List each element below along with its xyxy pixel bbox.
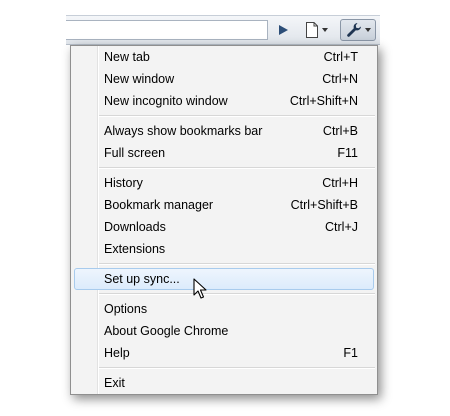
menu-separator — [99, 293, 375, 295]
menu-item-shortcut: F11 — [337, 146, 358, 160]
menu-item-label: Help — [104, 346, 130, 360]
menu-item-label: New window — [104, 72, 175, 86]
page-menu-button[interactable] — [298, 19, 334, 41]
menu-item-shortcut: Ctrl+Shift+N — [289, 94, 358, 108]
menu-item-new-tab[interactable]: New tab Ctrl+T — [74, 46, 374, 68]
address-bar[interactable] — [66, 20, 268, 40]
menu-separator — [99, 263, 375, 265]
menu-separator — [99, 367, 375, 369]
menu-item-label: Options — [104, 302, 148, 316]
chevron-down-icon — [364, 28, 371, 32]
menu-item-new-window[interactable]: New window Ctrl+N — [74, 68, 374, 90]
menu-item-downloads[interactable]: Downloads Ctrl+J — [74, 216, 374, 238]
menu-item-bookmark-manager[interactable]: Bookmark manager Ctrl+Shift+B — [74, 194, 374, 216]
menu-item-label: History — [104, 176, 143, 190]
menu-item-shortcut: Ctrl+H — [322, 176, 358, 190]
menu-item-label: About Google Chrome — [104, 324, 229, 338]
menu-item-label: New tab — [104, 50, 150, 64]
menu-item-always-show-bookmarks-bar[interactable]: Always show bookmarks bar Ctrl+B — [74, 120, 374, 142]
menu-separator — [99, 115, 375, 117]
go-button[interactable] — [272, 19, 294, 41]
menu-item-shortcut: Ctrl+N — [322, 72, 358, 86]
menu-item-shortcut: Ctrl+T — [323, 50, 358, 64]
menu-item-shortcut: F1 — [343, 346, 358, 360]
menu-item-label: Exit — [104, 376, 125, 390]
menu-item-new-incognito-window[interactable]: New incognito window Ctrl+Shift+N — [74, 90, 374, 112]
chevron-down-icon — [321, 28, 328, 32]
menu-item-label: Full screen — [104, 146, 166, 160]
mouse-cursor-icon — [193, 278, 207, 299]
menu-item-label: Bookmark manager — [104, 198, 214, 212]
menu-item-shortcut: Ctrl+J — [325, 220, 358, 234]
menu-item-label: New incognito window — [104, 94, 228, 108]
menu-item-options[interactable]: Options — [74, 298, 374, 320]
menu-separator — [99, 167, 375, 169]
go-arrow-icon — [279, 25, 288, 35]
menu-item-shortcut: Ctrl+Shift+B — [290, 198, 358, 212]
browser-toolbar — [66, 15, 380, 45]
menu-item-label: Extensions — [104, 242, 166, 256]
menu-item-label: Set up sync... — [104, 272, 180, 286]
menu-item-help[interactable]: Help F1 — [74, 342, 374, 364]
menu-item-shortcut: Ctrl+B — [322, 124, 358, 138]
menu-item-label: Always show bookmarks bar — [104, 124, 263, 138]
menu-item-about-google-chrome[interactable]: About Google Chrome — [74, 320, 374, 342]
menu-item-extensions[interactable]: Extensions — [74, 238, 374, 260]
menu-item-full-screen[interactable]: Full screen F11 — [74, 142, 374, 164]
menu-item-label: Downloads — [104, 220, 166, 234]
menu-item-exit[interactable]: Exit — [74, 372, 374, 394]
menu-item-history[interactable]: History Ctrl+H — [74, 172, 374, 194]
wrench-menu: New tab Ctrl+T New window Ctrl+N New incogni… — [70, 45, 378, 395]
wrench-menu-button[interactable] — [340, 19, 376, 41]
wrench-icon — [346, 23, 361, 37]
menu-item-set-up-sync[interactable]: Set up sync... — [74, 268, 374, 290]
page-icon — [305, 22, 318, 38]
